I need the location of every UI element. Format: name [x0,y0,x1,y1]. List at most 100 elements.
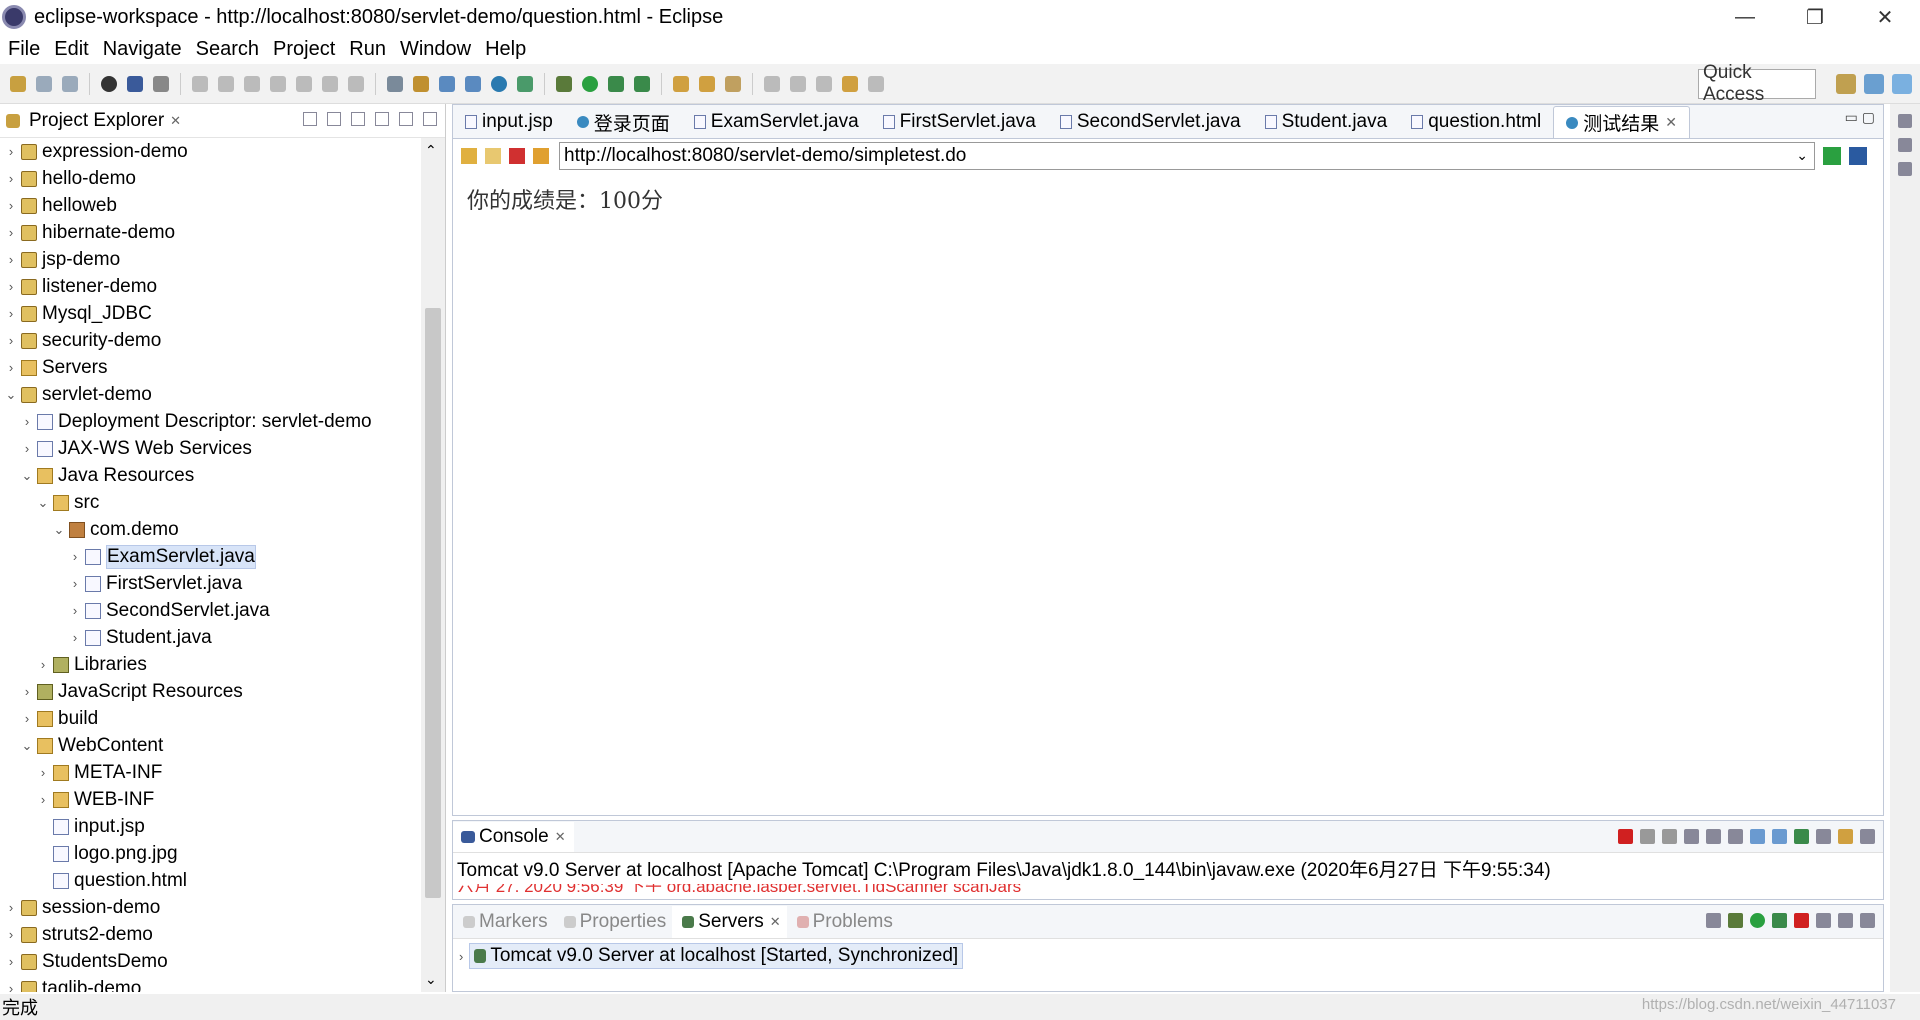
tree-item[interactable]: ⌄ WebContent [0,732,420,759]
palette-icon[interactable] [1898,162,1912,176]
outline-icon[interactable] [1898,114,1912,128]
stop-icon[interactable] [509,148,525,164]
tree-item[interactable]: › hello-demo [0,165,420,192]
quick-access-input[interactable]: Quick Access [1698,62,1816,105]
tree-item[interactable]: › ExamServlet.java [0,543,420,570]
skip-breakpoints-icon[interactable] [101,75,117,92]
tab-markers[interactable]: Markers [453,906,554,938]
view-menu-icon[interactable] [375,112,389,126]
external-tools-icon[interactable] [634,75,650,92]
close-icon[interactable]: ✕ [555,829,566,845]
tree-item[interactable]: ⌄ Java Resources [0,462,420,489]
minimize-button[interactable]: — [1710,0,1780,34]
collapse-all-icon[interactable] [303,112,317,126]
show-stdout-icon[interactable] [1750,829,1765,844]
close-icon[interactable]: ✕ [170,113,181,129]
chevron-right-icon[interactable]: › [68,603,82,618]
tree-item[interactable]: › META-INF [0,759,420,786]
back-icon[interactable] [461,148,477,164]
chevron-right-icon[interactable]: › [4,360,18,375]
run-icon[interactable] [582,75,598,92]
java-ee-perspective-icon[interactable] [1864,74,1884,94]
tab-console[interactable]: Console ✕ [453,821,574,852]
tree-item[interactable]: › SecondServlet.java [0,597,420,624]
publish-icon[interactable] [1816,913,1831,928]
save-icon[interactable] [36,75,52,92]
tree-item[interactable]: › jsp-demo [0,246,420,273]
view-menu-icon[interactable] [1838,913,1853,928]
close-button[interactable]: ✕ [1850,0,1920,34]
menu-file[interactable]: File [8,38,40,61]
tree-item[interactable]: › JavaScript Resources [0,678,420,705]
word-wrap-icon[interactable] [1728,829,1743,844]
chevron-right-icon[interactable]: › [4,144,18,159]
task-list-icon[interactable] [1898,138,1912,152]
chevron-right-icon[interactable]: › [68,576,82,591]
editor-minmax-icon[interactable]: ▭ ▢ [1845,109,1875,126]
tree-item[interactable]: › Student.java [0,624,420,651]
chevron-right-icon[interactable]: › [20,711,34,726]
tree-item[interactable]: input.jsp [0,813,420,840]
open-browser-icon[interactable] [517,75,533,92]
chevron-right-icon[interactable]: › [68,549,82,564]
open-perspective-icon[interactable] [1836,74,1856,94]
new-icon[interactable] [10,75,26,92]
tree-item[interactable]: › hibernate-demo [0,219,420,246]
chevron-right-icon[interactable]: › [20,441,34,456]
menu-help[interactable]: Help [485,38,526,61]
last-edit-icon[interactable] [816,75,832,92]
chevron-down-icon[interactable]: ⌄ [52,522,66,538]
debug-step-icon[interactable] [153,75,169,92]
step-into-icon[interactable] [296,75,312,92]
close-icon[interactable]: ✕ [770,914,781,930]
editor-tab[interactable]: input.jsp [453,106,565,138]
previous-annotation-icon[interactable] [790,75,806,92]
disconnect-icon[interactable] [270,75,286,92]
tree-item[interactable]: › expression-demo [0,138,420,165]
chevron-right-icon[interactable]: › [20,684,34,699]
minimize-view-icon[interactable] [399,112,413,126]
tab-properties[interactable]: Properties [554,906,673,938]
go-icon[interactable] [1823,147,1841,165]
expand-icon[interactable]: › [459,949,463,964]
chevron-right-icon[interactable]: › [68,630,82,645]
editor-tab[interactable]: FirstServlet.java [871,106,1048,138]
open-type-icon[interactable] [673,75,689,92]
tab-servers[interactable]: Servers ✕ [672,905,787,938]
url-input[interactable]: http://localhost:8080/servlet-demo/simpl… [559,142,1815,170]
minimize-view-icon[interactable] [1860,913,1875,928]
editor-tab[interactable]: question.html [1399,106,1553,138]
editor-tab[interactable]: Student.java [1253,106,1400,138]
menu-run[interactable]: Run [349,38,386,61]
tree-item[interactable]: ⌄ com.demo [0,516,420,543]
web-service-icon[interactable] [465,75,481,92]
menu-search[interactable]: Search [196,38,259,61]
suspend-icon[interactable] [218,75,234,92]
scroll-thumb[interactable] [425,308,441,898]
tree-item[interactable]: › Libraries [0,651,420,678]
pin-console-icon[interactable] [1794,829,1809,844]
chevron-down-icon[interactable]: ⌄ [4,387,18,403]
chevron-down-icon[interactable]: ⌄ [20,738,34,754]
chevron-right-icon[interactable]: › [4,333,18,348]
open-task-icon[interactable] [699,75,715,92]
remove-all-icon[interactable] [1662,829,1677,844]
display-console-icon[interactable] [1816,829,1831,844]
chevron-right-icon[interactable]: › [36,765,50,780]
tree-item[interactable]: › FirstServlet.java [0,570,420,597]
chevron-down-icon[interactable]: ⌄ [1796,147,1808,164]
tree-item[interactable]: › Servers [0,354,420,381]
chevron-right-icon[interactable]: › [20,414,34,429]
chevron-down-icon[interactable]: ⌄ [20,468,34,484]
collapse-icon[interactable] [1706,913,1721,928]
step-return-icon[interactable] [348,75,364,92]
tree-item[interactable]: › Mysql_JDBC [0,300,420,327]
chevron-down-icon[interactable]: ⌄ [36,495,50,511]
chevron-right-icon[interactable]: › [4,900,18,915]
tree-item[interactable]: › JAX-WS Web Services [0,435,420,462]
toggle-mark-icon[interactable] [387,75,403,92]
clear-console-icon[interactable] [1684,829,1699,844]
save-all-icon[interactable] [62,75,78,92]
menu-window[interactable]: Window [400,38,471,61]
filter-icon[interactable] [351,112,365,126]
